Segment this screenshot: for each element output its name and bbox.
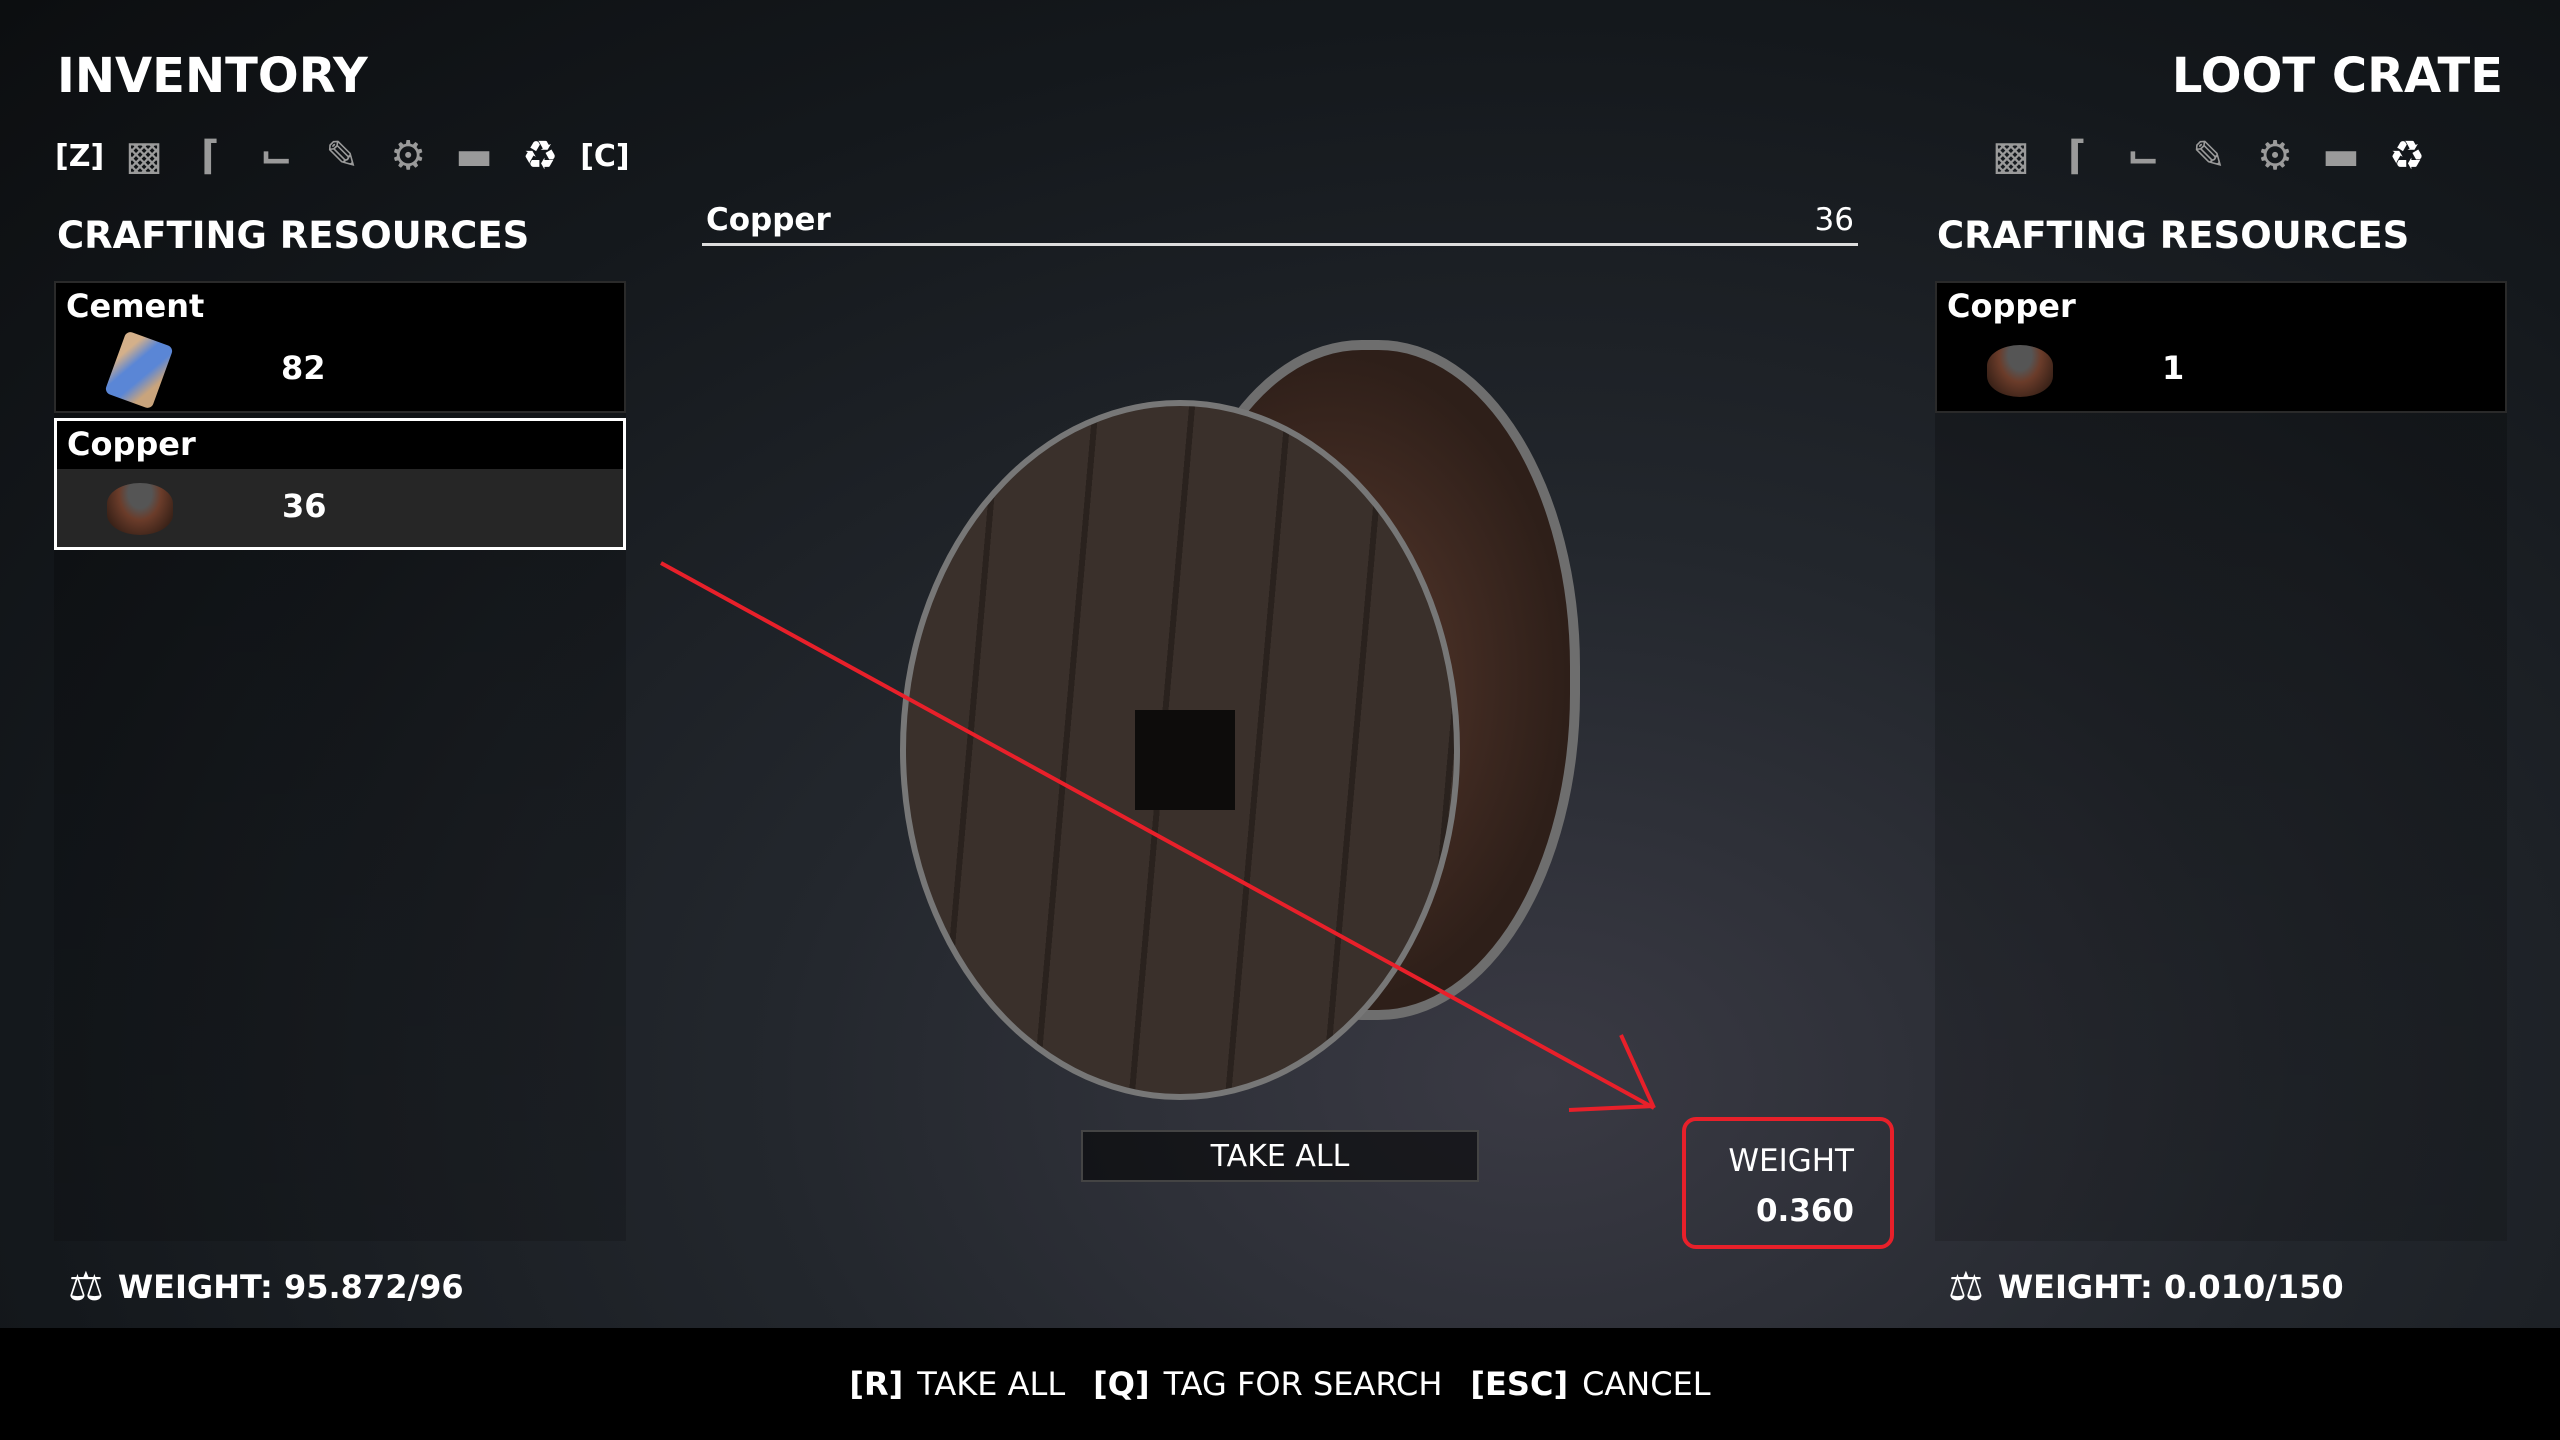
hint-tag-for-search[interactable]: [Q] TAG FOR SEARCH bbox=[1093, 1365, 1442, 1403]
hint-cancel[interactable]: [ESC] CANCEL bbox=[1470, 1365, 1710, 1403]
item-quantity: 1 bbox=[2162, 349, 2185, 387]
pistol-icon[interactable]: ⌙ bbox=[2117, 130, 2169, 182]
loot-item-copper[interactable]: Copper 1 bbox=[1935, 281, 2507, 413]
hint-take-all[interactable]: [R] TAKE ALL bbox=[849, 1365, 1065, 1403]
scale-icon: ⚖ bbox=[1948, 1264, 1984, 1310]
item-name: Copper bbox=[1947, 287, 2076, 325]
rifle-icon[interactable]: ⌈ bbox=[2051, 130, 2103, 182]
loot-crate-title: LOOT CRATE bbox=[2171, 48, 2503, 104]
loot-weight: ⚖ WEIGHT: 0.010/150 bbox=[1948, 1264, 2344, 1310]
recycle-icon[interactable]: ♻ bbox=[2381, 130, 2433, 182]
loot-category-bar: ▩ ⌈ ⌙ ✎ ⚙ ▬ ♻ bbox=[1985, 128, 2433, 184]
loot-weight-text: WEIGHT: 0.010/150 bbox=[1997, 1268, 2344, 1306]
launcher-icon[interactable]: ▬ bbox=[2315, 130, 2367, 182]
loot-list: Copper 1 bbox=[1935, 281, 2507, 1241]
backpack-icon[interactable]: ▩ bbox=[1985, 130, 2037, 182]
loot-section-title: CRAFTING RESOURCES bbox=[1937, 214, 2410, 257]
gear-icon[interactable]: ⚙ bbox=[2249, 130, 2301, 182]
ammo-icon[interactable]: ✎ bbox=[2183, 130, 2235, 182]
copper-spool-icon bbox=[1987, 345, 2053, 397]
footer-hints: [R] TAKE ALL [Q] TAG FOR SEARCH [ESC] CANCE… bbox=[0, 1328, 2560, 1440]
